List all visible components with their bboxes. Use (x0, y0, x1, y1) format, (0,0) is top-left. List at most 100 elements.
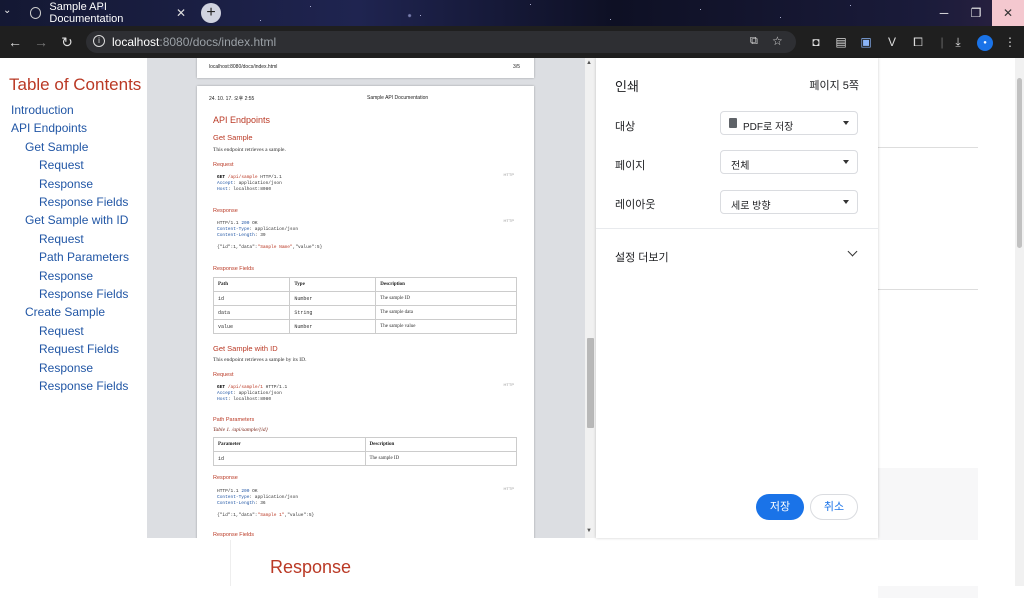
tab-search-icon[interactable]: ⌄ (3, 5, 11, 16)
bookmark-star-icon[interactable]: ☆ (772, 34, 783, 48)
minimize-button[interactable]: ─ (928, 0, 960, 26)
heading-api-endpoints: API Endpoints (213, 115, 271, 125)
toc-item[interactable]: Request (39, 232, 84, 246)
toc-item[interactable]: Create Sample (25, 305, 105, 319)
toc-item[interactable]: Get Sample with ID (25, 213, 128, 227)
response-code-block: HTTP/1.1 200 OK Content-Type: applicatio… (217, 489, 315, 518)
vue-devtools-icon[interactable]: V (884, 34, 900, 50)
preview-page-current: 24. 10. 17. 오후 2:55 Sample API Documenta… (197, 86, 534, 538)
table-caption: Table 1. /api/sample/{id} (213, 427, 268, 433)
pages-label: 페이지 (615, 160, 646, 172)
window-controls: ─ ❐ ✕ (928, 0, 1024, 26)
address-bar[interactable]: i localhost:8080/docs/index.html ⧉ ☆ (86, 31, 796, 53)
toolbar-divider: | (940, 35, 944, 49)
document-icon (729, 118, 737, 128)
toc-item[interactable]: Get Sample (25, 140, 88, 154)
printer-icon[interactable]: ▤ (833, 34, 849, 50)
toc-item[interactable]: Request (39, 324, 84, 338)
layout-label: 레이아웃 (615, 199, 656, 211)
toc-item[interactable]: Response (39, 361, 93, 375)
print-settings-panel: 인쇄 페이지 5쪽 대상 PDF로 저장 페이지 전체 레이아웃 세로 방향 설… (596, 58, 878, 538)
back-icon[interactable]: ← (6, 33, 24, 51)
site-info-icon[interactable]: i (93, 35, 105, 47)
menu-dots-icon[interactable]: ⋮ (1002, 34, 1018, 50)
table-of-contents: Table of Contents Introduction API Endpoi… (0, 58, 147, 586)
forward-icon[interactable]: → (32, 33, 50, 51)
request-code-block: GET /api/sample HTTP/1.1 Accept: applica… (217, 175, 282, 192)
close-window-button[interactable]: ✕ (992, 0, 1024, 26)
heading-request: Request (213, 372, 234, 378)
table-header-row: Path Type Description (212, 277, 517, 292)
toc-item[interactable]: Response (39, 177, 93, 191)
request-code-block: GET /api/sample/1 HTTP/1.1 Accept: appli… (217, 385, 288, 402)
close-icon[interactable]: ✕ (176, 6, 186, 20)
layout-select[interactable]: 세로 방향 (720, 190, 858, 214)
preview-page-previous: localhost:8080/docs/index.html 3/5 (197, 58, 534, 78)
camera-icon[interactable]: ◘ (808, 34, 824, 50)
translate-extension-icon[interactable]: ▣ (858, 34, 874, 50)
reload-icon[interactable]: ↻ (58, 33, 76, 51)
toc-item[interactable]: Path Parameters (39, 250, 129, 264)
url-host: localhost (112, 35, 160, 49)
pages-value: 전체 (731, 161, 750, 172)
new-tab-button[interactable]: + (201, 3, 221, 23)
profile-avatar[interactable]: ● (977, 35, 993, 51)
http-tag: HTTP (503, 486, 514, 491)
print-preview: localhost:8080/docs/index.html 3/5 24. 1… (147, 58, 596, 538)
dropdown-arrow-icon (843, 200, 849, 204)
destination-value: PDF로 저장 (743, 122, 794, 133)
toc-item[interactable]: Request Fields (39, 342, 119, 356)
http-tag: HTTP (503, 382, 514, 387)
toc-item[interactable]: API Endpoints (11, 121, 87, 135)
chevron-down-icon[interactable] (847, 246, 858, 257)
dropdown-arrow-icon (843, 160, 849, 164)
layout-value: 세로 방향 (731, 201, 771, 212)
dropdown-arrow-icon (843, 121, 849, 125)
scroll-down-arrow-icon[interactable]: ▼ (586, 528, 592, 534)
table-row: id The sample ID (213, 451, 517, 466)
table-row: id Number The sample ID (212, 291, 517, 306)
preview-scrollbar[interactable]: ▲ ▼ (585, 58, 596, 538)
path-parameters-table: Parameter Description id The sample ID (213, 437, 517, 466)
tab-active[interactable]: Sample API Documentation ✕ (24, 1, 192, 25)
toc-item[interactable]: Introduction (11, 103, 74, 117)
destination-select[interactable]: PDF로 저장 (720, 111, 858, 135)
destination-label: 대상 (615, 121, 636, 133)
pages-select[interactable]: 전체 (720, 150, 858, 174)
get-sample-id-description: This endpoint retrieves a sample by its … (213, 357, 307, 363)
toc-item[interactable]: Response Fields (39, 287, 128, 301)
toc-item[interactable]: Response Fields (39, 379, 128, 393)
toc-item[interactable]: Response Fields (39, 195, 128, 209)
page-scrollbar[interactable] (1015, 58, 1024, 586)
heading-response: Response (213, 208, 238, 214)
table-row: value Number The sample value (212, 319, 517, 334)
scrollbar-thumb[interactable] (587, 338, 594, 428)
divider (878, 147, 978, 148)
sheet-title: Sample API Documentation (367, 95, 429, 101)
extensions-puzzle-icon[interactable]: ⧠ (910, 34, 926, 50)
download-icon[interactable]: ⤓ (950, 34, 966, 50)
restore-button[interactable]: ❐ (960, 0, 992, 26)
sheet-date: 24. 10. 17. 오후 2:55 (209, 96, 255, 102)
divider (878, 289, 978, 290)
print-title: 인쇄 (615, 79, 639, 94)
cancel-button[interactable]: 취소 (810, 494, 858, 520)
tab-strip: ⌄ Sample API Documentation ✕ + ─ ❐ ✕ (0, 0, 1024, 26)
save-button[interactable]: 저장 (756, 494, 804, 520)
toc-item[interactable]: Response (39, 269, 93, 283)
heading-response-fields: Response Fields (213, 532, 254, 538)
heading-response-fields: Response Fields (213, 266, 254, 272)
scrollbar-thumb[interactable] (1017, 78, 1022, 248)
page-content-right (878, 58, 1024, 598)
more-settings-toggle[interactable]: 설정 더보기 (615, 249, 669, 265)
http-tag: HTTP (503, 218, 514, 223)
translate-icon[interactable]: ⧉ (750, 35, 758, 48)
response-code-block: HTTP/1.1 200 OK Content-Type: applicatio… (217, 221, 323, 250)
page-count: 페이지 5쪽 (809, 80, 859, 92)
heading-get-sample-id: Get Sample with ID (213, 344, 278, 353)
scroll-up-arrow-icon[interactable]: ▲ (586, 60, 592, 66)
sheet-url: localhost:8080/docs/index.html (209, 64, 278, 70)
url-path: :8080/docs/index.html (159, 35, 277, 49)
toc-item[interactable]: Request (39, 158, 84, 172)
heading-response: Response (213, 475, 238, 481)
